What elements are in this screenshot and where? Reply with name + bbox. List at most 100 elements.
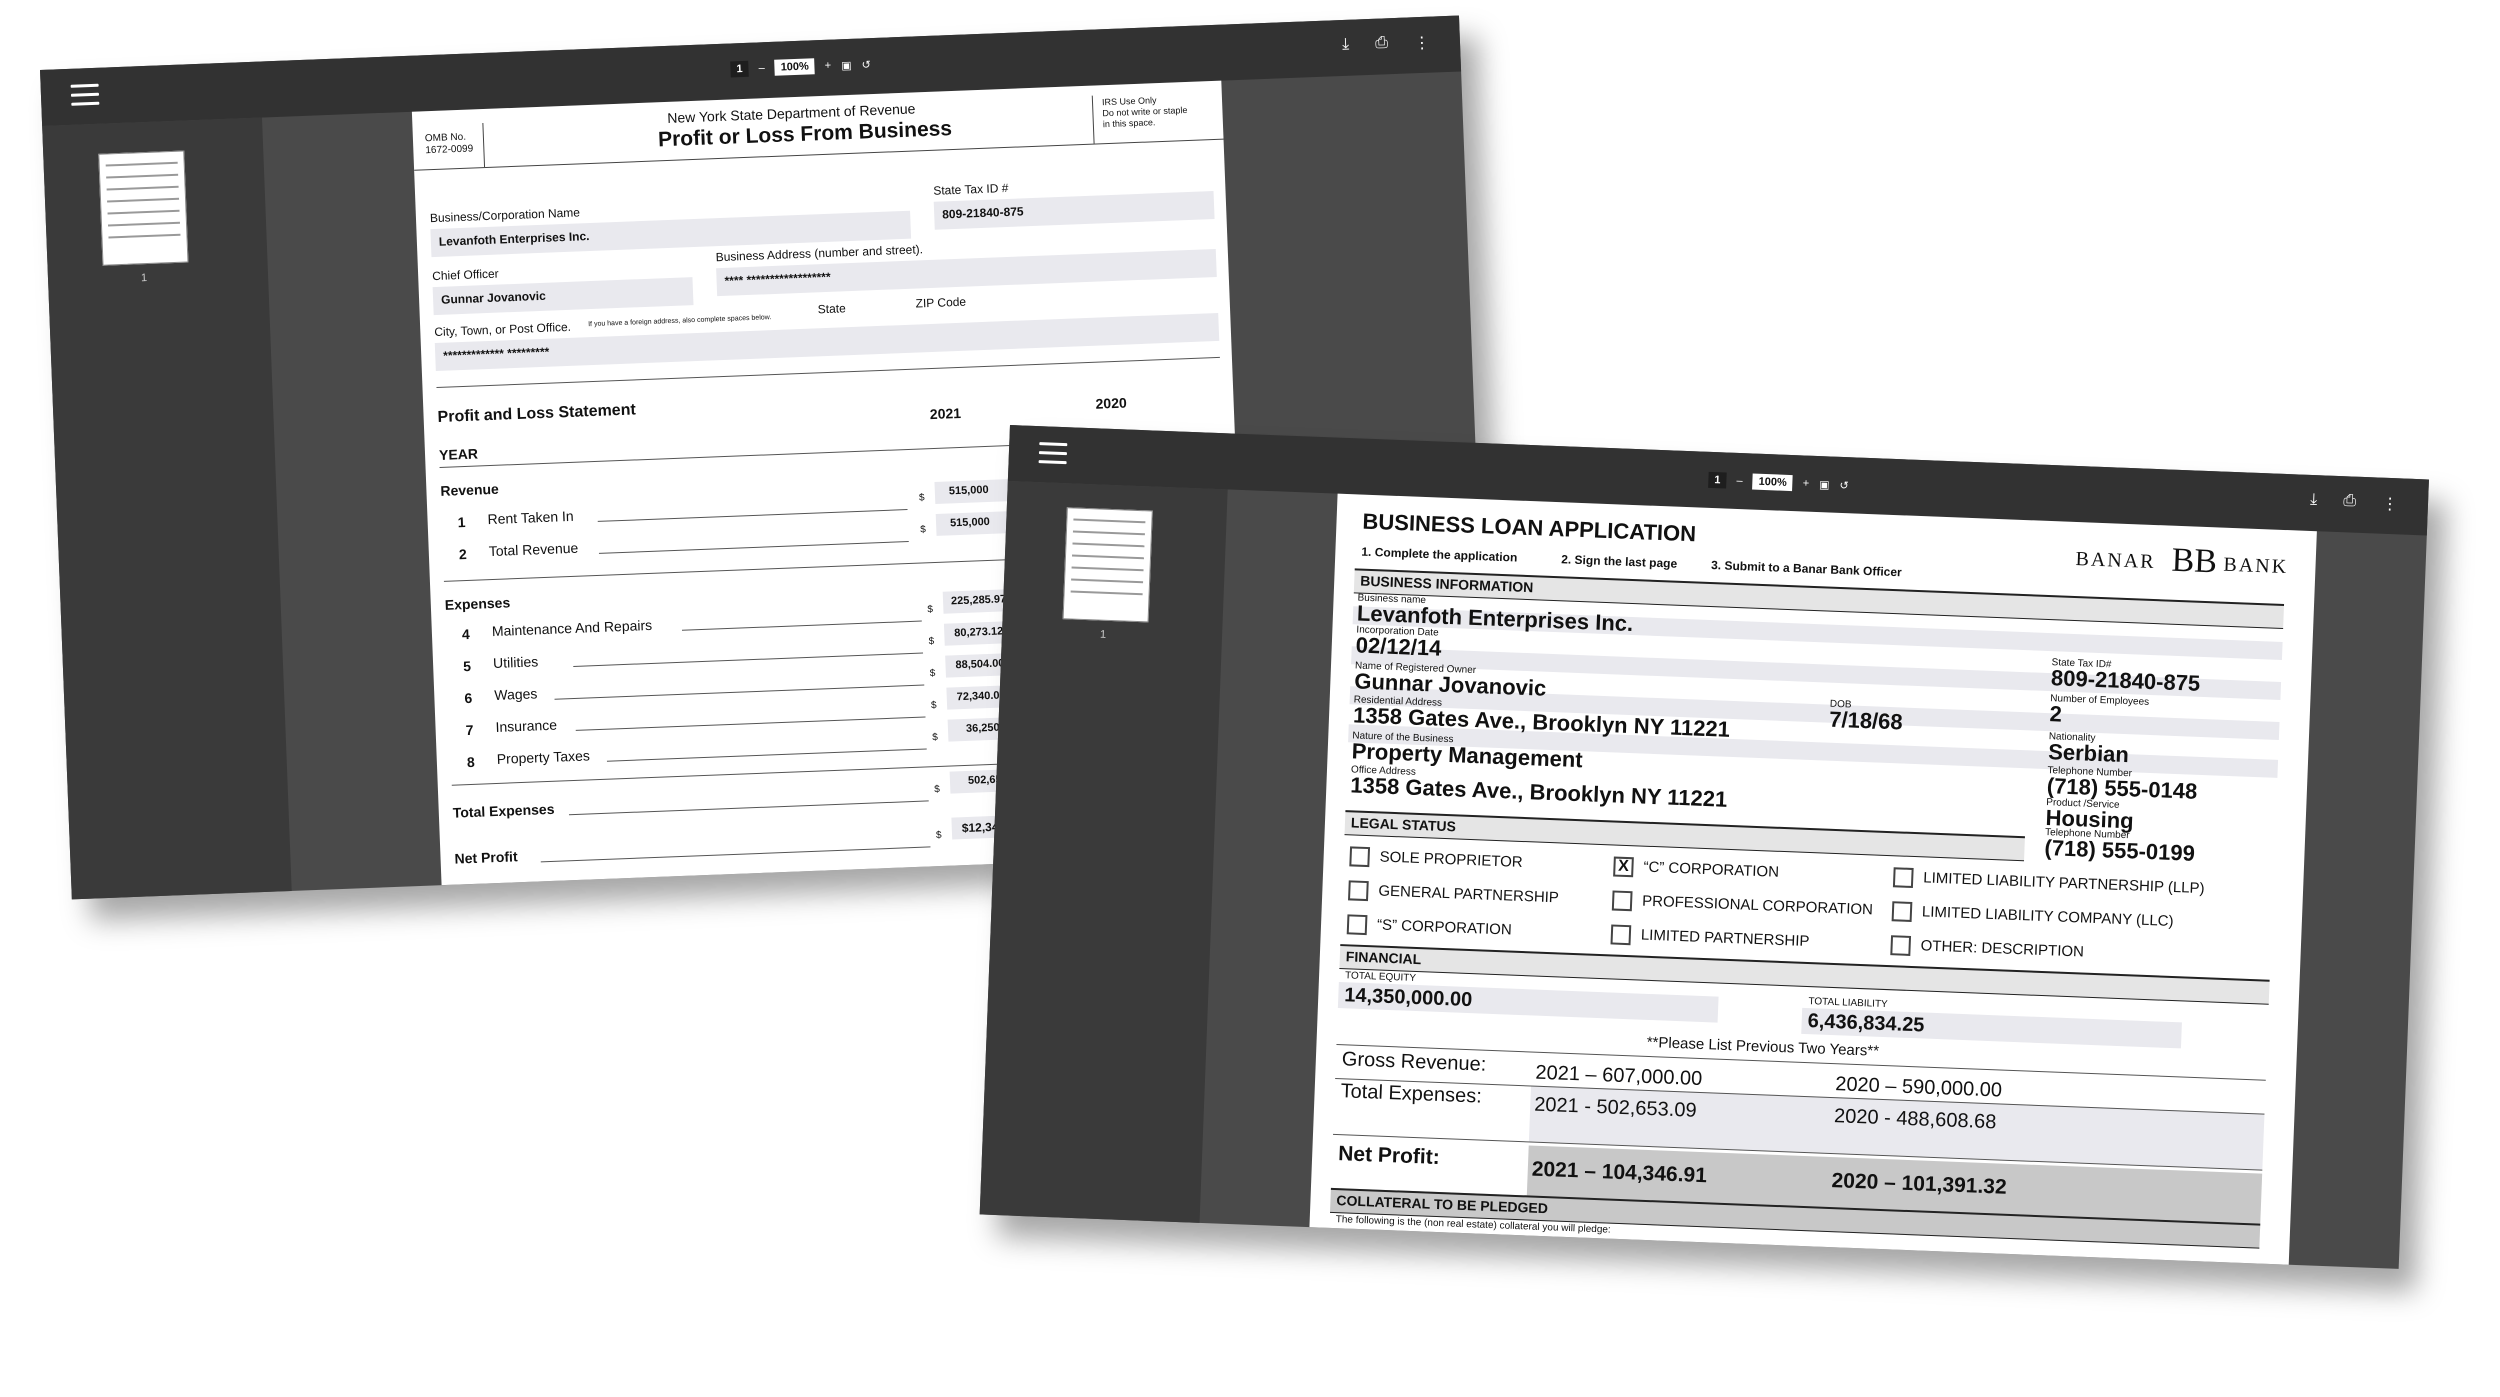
row-label: Insurance: [495, 716, 558, 735]
office-value[interactable]: 1358 Gates Ave., Brooklyn NY 11221: [1350, 772, 1728, 812]
legal-status-option[interactable]: OTHER: DESCRIPTION: [1890, 935, 2084, 962]
zoom-level[interactable]: 100%: [1752, 473, 1794, 492]
bank-name-right: BANK: [2223, 553, 2289, 579]
equity-value: 14,350,000.00: [1343, 984, 1473, 1012]
state-label: State: [817, 301, 847, 317]
fit-page-icon[interactable]: ▣: [841, 58, 852, 71]
row-value: 225,285.97: [950, 593, 1007, 608]
option-label: LIMITED LIABILITY PARTNERSHIP (LLP): [1922, 869, 2205, 898]
page-thumbnail[interactable]: [98, 150, 189, 266]
net-profit-value: $12,34: [961, 819, 999, 836]
legal-status-option[interactable]: SOLE PROPRIETOR: [1349, 846, 1523, 873]
print-icon[interactable]: ⎙: [2343, 492, 2356, 512]
legal-status-option[interactable]: “S” CORPORATION: [1346, 914, 1513, 940]
city-note: If you have a foreign address, also comp…: [588, 314, 772, 329]
zoom-in-icon[interactable]: +: [1802, 477, 1809, 489]
row-label: Total Revenue: [488, 539, 579, 560]
row-value: 80,273.12: [954, 625, 1004, 640]
dollar-sign: $: [935, 829, 942, 842]
page-number[interactable]: 1: [730, 60, 749, 78]
row-number: 7: [465, 721, 474, 739]
previous-years-note: **Please List Previous Two Years**: [1646, 1033, 1880, 1060]
name-label: Business/Corporation Name: [429, 205, 581, 226]
more-vert-icon[interactable]: ⋮: [1414, 33, 1431, 54]
zoom-level[interactable]: 100%: [774, 58, 816, 76]
incorporation-value[interactable]: 02/12/14: [1355, 632, 1442, 661]
dob-value[interactable]: 7/18/68: [1829, 707, 1903, 736]
document-page: BUSINESS LOAN APPLICATION 1. Complete th…: [1309, 493, 2317, 1265]
net-profit-label: Net Profit:: [1337, 1142, 1441, 1170]
page-number[interactable]: 1: [1708, 471, 1727, 489]
dollar-sign: $: [932, 732, 939, 744]
dollar-sign: $: [927, 604, 934, 616]
checkbox[interactable]: X: [1613, 856, 1634, 878]
legal-status-option[interactable]: PROFESSIONAL CORPORATION: [1611, 890, 1874, 920]
omb-number: 1672-0099: [425, 143, 474, 157]
download-icon[interactable]: ⤓: [2310, 491, 2318, 511]
zoom-in-icon[interactable]: +: [825, 60, 832, 72]
checkbox[interactable]: [1346, 914, 1368, 936]
irs-note-3: in this space.: [1102, 117, 1156, 130]
checkbox[interactable]: [1610, 924, 1632, 946]
thumbnail-number: 1: [140, 272, 148, 285]
revenue-label: Revenue: [440, 480, 500, 499]
more-vert-icon[interactable]: ⋮: [2382, 494, 2399, 515]
rotate-icon[interactable]: ↺: [861, 58, 871, 71]
row-number: 4: [461, 625, 471, 643]
step-2: 2. Sign the last page: [1560, 552, 1678, 571]
step-1: 1. Complete the application: [1361, 544, 1518, 565]
checkbox[interactable]: [1890, 935, 1912, 956]
tax-id-value[interactable]: 809-21840-875: [2051, 665, 2201, 697]
legal-status-option[interactable]: LIMITED LIABILITY PARTNERSHIP (LLP): [1892, 867, 2205, 899]
step-3: 3. Submit to a Banar Bank Officer: [1710, 558, 1902, 580]
legal-status-option[interactable]: X “C” CORPORATION: [1613, 856, 1779, 882]
row-number: 2: [458, 545, 467, 563]
page-thumbnail[interactable]: [1062, 507, 1153, 623]
print-icon[interactable]: ⎙: [1375, 34, 1389, 54]
column-2021: 2021: [929, 404, 962, 423]
column-2020: 2020: [1095, 394, 1128, 412]
row-label: Maintenance And Repairs: [491, 616, 653, 640]
legal-status-option[interactable]: LIMITED LIABILITY COMPANY (LLC): [1891, 901, 2174, 932]
zip-label: ZIP Code: [915, 294, 967, 311]
checkbox[interactable]: [1892, 867, 1914, 889]
pdf-viewer-window-loan-application: 1 – 100% + ▣ ↺ ⤓ ⎙ ⋮ 1 BUSINESS LOAN APP…: [979, 425, 2429, 1269]
row-label: Rent Taken In: [487, 507, 574, 528]
option-label: “S” CORPORATION: [1376, 916, 1513, 939]
rotate-icon[interactable]: ↺: [1839, 478, 1849, 491]
total-expenses-label: Total Expenses:: [1340, 1080, 1483, 1108]
thumbnail-sidebar: 1: [979, 480, 1228, 1223]
menu-icon[interactable]: [1038, 442, 1068, 465]
dollar-sign: $: [928, 636, 935, 648]
checkbox[interactable]: [1349, 846, 1371, 868]
menu-icon[interactable]: [70, 83, 100, 107]
dollar-sign: $: [934, 783, 941, 796]
form-title: BUSINESS LOAN APPLICATION: [1362, 508, 1697, 547]
zoom-out-icon[interactable]: –: [758, 62, 765, 74]
row-number: 1: [457, 514, 466, 531]
dollar-sign: $: [920, 524, 927, 536]
employees-label: Number of Employees: [2050, 693, 2150, 708]
officer-label: Chief Officer: [431, 266, 499, 284]
zoom-out-icon[interactable]: –: [1736, 475, 1743, 487]
city-label: City, Town, or Post Office.: [434, 319, 572, 340]
row-number: 5: [462, 657, 472, 675]
nationality-value[interactable]: Serbian: [2048, 739, 2130, 768]
fit-page-icon[interactable]: ▣: [1819, 478, 1830, 491]
download-icon[interactable]: ⤓: [1342, 36, 1350, 56]
option-label: LIMITED LIABILITY COMPANY (LLC): [1921, 903, 2174, 930]
gross-revenue-label: Gross Revenue:: [1341, 1048, 1487, 1076]
telephone-2-value[interactable]: (718) 555-0199: [2044, 835, 2195, 867]
checkbox[interactable]: [1611, 890, 1633, 912]
checkbox[interactable]: [1891, 901, 1913, 922]
employees-value[interactable]: 2: [2049, 701, 2062, 727]
expenses-label: Expenses: [444, 594, 511, 613]
option-label: PROFESSIONAL CORPORATION: [1641, 892, 1874, 919]
legal-status-option[interactable]: GENERAL PARTNERSHIP: [1348, 880, 1559, 908]
checkbox[interactable]: [1348, 880, 1369, 902]
option-label: OTHER: DESCRIPTION: [1920, 937, 2085, 961]
thumbnail-sidebar: 1: [42, 117, 292, 900]
omb-label: OMB No.: [424, 131, 467, 145]
tax-id-label: State Tax ID #: [933, 180, 1009, 198]
legal-status-option[interactable]: LIMITED PARTNERSHIP: [1610, 924, 1810, 952]
